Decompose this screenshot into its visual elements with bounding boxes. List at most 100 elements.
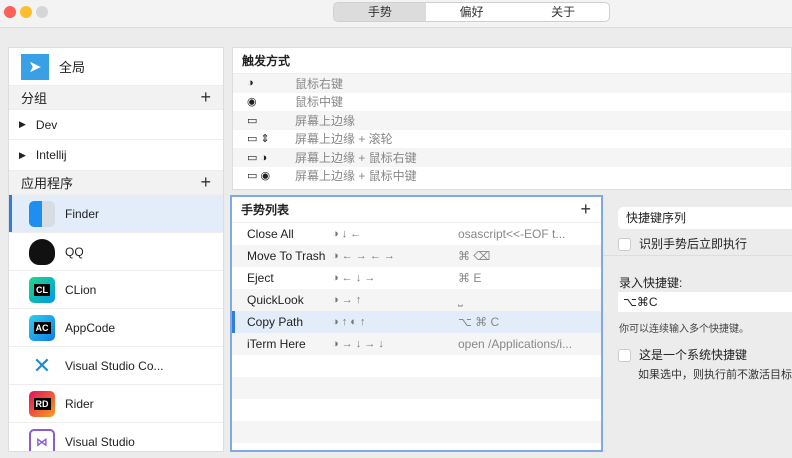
gesture-name: iTerm Here bbox=[247, 337, 306, 351]
gesture-action: ⌘ E bbox=[458, 271, 482, 285]
trigger-row[interactable]: ▭ ◑ 屏幕上边缘 + 鼠标右键 bbox=[233, 148, 791, 167]
divider bbox=[603, 255, 792, 256]
record-shortcut-label: 录入快捷键: bbox=[619, 276, 683, 290]
groups-header-label: 分组 bbox=[21, 91, 48, 106]
zoom-window-button[interactable] bbox=[36, 6, 48, 18]
sidebar-item-label: Visual Studio bbox=[65, 434, 135, 449]
gesture-row[interactable]: iTerm Here ◑ → ↓ → ↓ open /Applications/i.… bbox=[232, 333, 601, 355]
gesture-list-panel: 手势列表 + Close All ◑ ↓ ← osascript<<-EOF t..… bbox=[230, 195, 603, 452]
cursor-icon: ➤ bbox=[21, 53, 49, 80]
trigger-label: 屏幕上边缘 + 滚轮 bbox=[295, 132, 393, 147]
gesture-action: open /Applications/i... bbox=[458, 337, 573, 351]
trigger-icon: ▭ ◑ bbox=[247, 151, 268, 164]
minimize-window-button[interactable] bbox=[20, 6, 32, 18]
gesture-pattern: ◑ ↑ ◐ ↑ bbox=[332, 316, 366, 328]
empty-row bbox=[232, 355, 601, 377]
clion-icon: CL bbox=[29, 276, 55, 303]
checkbox-label: 这是一个系统快捷键 bbox=[639, 348, 748, 362]
trigger-row[interactable]: ▭ ⇕ 屏幕上边缘 + 滚轮 bbox=[233, 130, 791, 149]
empty-row bbox=[232, 377, 601, 399]
sidebar-item-label: AppCode bbox=[65, 320, 116, 335]
gesture-action: osascript<<-EOF t... bbox=[458, 227, 566, 241]
gesture-action: ⌘ ⌫ bbox=[458, 249, 491, 263]
trigger-label: 屏幕上边缘 + 鼠标右键 bbox=[295, 150, 417, 165]
apps-header: 应用程序 + bbox=[9, 171, 223, 195]
sidebar-item-finder[interactable]: Finder bbox=[9, 195, 223, 233]
trigger-row[interactable]: ◉ 鼠标中键 bbox=[233, 93, 791, 112]
finder-icon bbox=[29, 200, 55, 227]
gesture-name: Close All bbox=[247, 227, 294, 241]
tab-preferences[interactable]: 偏好 bbox=[426, 3, 518, 21]
tab-bar: 手势 偏好 关于 bbox=[333, 2, 610, 22]
gesture-detail-panel: 快捷键序列 识别手势后立即执行 录入快捷键: ⌥⌘C 你可以连续输入多个快捷键。… bbox=[603, 195, 792, 458]
trigger-panel-title: 触发方式 bbox=[233, 48, 791, 74]
trigger-row[interactable]: ▭ ◉ 屏幕上边缘 + 鼠标中键 bbox=[233, 167, 791, 186]
gesture-pattern: ◑ ← → ← → bbox=[332, 250, 395, 262]
sidebar-item-rider[interactable]: RD Rider bbox=[9, 385, 223, 423]
execute-immediately-checkbox[interactable]: 识别手势后立即执行 bbox=[618, 235, 747, 252]
gesture-row[interactable]: Close All ◑ ↓ ← osascript<<-EOF t... bbox=[232, 223, 601, 245]
sidebar-item-vscode[interactable]: ✕ Visual Studio Co... bbox=[9, 347, 223, 385]
sidebar-item-label: QQ bbox=[65, 244, 84, 259]
gesture-row[interactable]: Copy Path ◑ ↑ ◐ ↑ ⌥ ⌘ C bbox=[232, 311, 601, 333]
sidebar-item-clion[interactable]: CL CLion bbox=[9, 271, 223, 309]
sidebar-item-label: CLion bbox=[65, 282, 97, 297]
gesture-action: ⌥ ⌘ C bbox=[458, 315, 500, 329]
appcode-icon: AC bbox=[29, 314, 55, 341]
trigger-panel: 触发方式 ◑ 鼠标右键 ◉ 鼠标中键 ▭ 屏幕上边缘 ▭ ⇕ 屏幕上边缘 + 滚轮 ▭ ◑ 屏幕上… bbox=[232, 47, 792, 190]
gesture-list-title: 手势列表 bbox=[241, 203, 290, 217]
groups-header: 分组 + bbox=[9, 86, 223, 110]
trigger-icon: ▭ bbox=[247, 114, 258, 127]
system-shortcut-checkbox[interactable]: 这是一个系统快捷键 bbox=[618, 346, 747, 363]
trigger-row[interactable]: ▭ 屏幕上边缘 bbox=[233, 111, 791, 130]
trigger-label: 鼠标右键 bbox=[295, 76, 344, 91]
disclosure-triangle-icon[interactable]: ▶ bbox=[19, 119, 26, 130]
empty-row bbox=[232, 399, 601, 421]
gesture-action: ⎵ bbox=[458, 292, 463, 307]
gesture-name: Move To Trash bbox=[247, 249, 326, 263]
checkbox-icon[interactable] bbox=[618, 238, 631, 252]
close-window-button[interactable] bbox=[4, 6, 16, 18]
sidebar-item-visual-studio[interactable]: ⋈ Visual Studio bbox=[9, 423, 223, 451]
gesture-row[interactable]: Move To Trash ◑ ← → ← → ⌘ ⌫ bbox=[232, 245, 601, 267]
sidebar-item-label: Intellij bbox=[35, 148, 67, 162]
add-gesture-button[interactable]: + bbox=[580, 199, 591, 220]
gesture-pattern: ◑ ← ↓ → bbox=[332, 272, 376, 284]
trigger-row[interactable]: ◑ 鼠标右键 bbox=[233, 74, 791, 93]
add-group-button[interactable]: + bbox=[200, 87, 211, 108]
gesture-pattern: ◑ → ↑ bbox=[332, 294, 362, 306]
gesture-pattern: ◑ ↓ ← bbox=[332, 228, 362, 240]
empty-row bbox=[232, 421, 601, 443]
trigger-icon: ▭ ⇕ bbox=[247, 133, 270, 146]
trigger-label: 鼠标中键 bbox=[295, 95, 344, 110]
qq-icon bbox=[29, 238, 55, 265]
sidebar-item-appcode[interactable]: AC AppCode bbox=[9, 309, 223, 347]
trigger-label: 屏幕上边缘 bbox=[295, 113, 356, 128]
system-shortcut-hint: 如果选中，则执行前不激活目标应用 bbox=[638, 369, 792, 381]
checkbox-label: 识别手势后立即执行 bbox=[639, 237, 748, 251]
sidebar-item-group[interactable]: ▶ Dev bbox=[9, 110, 223, 140]
trigger-icon: ◑ bbox=[247, 77, 254, 90]
sidebar-item-group[interactable]: ▶ Intellij bbox=[9, 140, 223, 171]
trigger-label: 屏幕上边缘 + 鼠标中键 bbox=[295, 169, 417, 184]
sidebar-item-global[interactable]: ➤ 全局 bbox=[9, 48, 223, 86]
gesture-row[interactable]: QuickLook ◑ → ↑ ⎵ bbox=[232, 289, 601, 311]
tab-gestures[interactable]: 手势 bbox=[334, 3, 426, 21]
gesture-name: Eject bbox=[247, 271, 274, 285]
shortcut-input[interactable]: ⌥⌘C bbox=[618, 292, 792, 312]
vscode-icon: ✕ bbox=[32, 352, 52, 378]
trigger-icon: ▭ ◉ bbox=[247, 170, 271, 183]
sidebar-item-label: Dev bbox=[35, 117, 58, 132]
sidebar-item-qq[interactable]: QQ bbox=[9, 233, 223, 271]
sidebar-item-label: Finder bbox=[65, 206, 100, 221]
gesture-pattern: ◑ → ↓ → ↓ bbox=[332, 338, 384, 350]
add-app-button[interactable]: + bbox=[200, 172, 211, 193]
trigger-icon: ◉ bbox=[247, 96, 257, 109]
disclosure-triangle-icon[interactable]: ▶ bbox=[19, 150, 26, 161]
sidebar-item-label: Rider bbox=[65, 396, 94, 411]
action-type-dropdown[interactable]: 快捷键序列 bbox=[618, 207, 792, 229]
tab-about[interactable]: 关于 bbox=[517, 3, 609, 21]
gesture-row[interactable]: Eject ◑ ← ↓ → ⌘ E bbox=[232, 267, 601, 289]
checkbox-icon[interactable] bbox=[618, 349, 631, 363]
sidebar-item-label: 全局 bbox=[59, 60, 86, 75]
